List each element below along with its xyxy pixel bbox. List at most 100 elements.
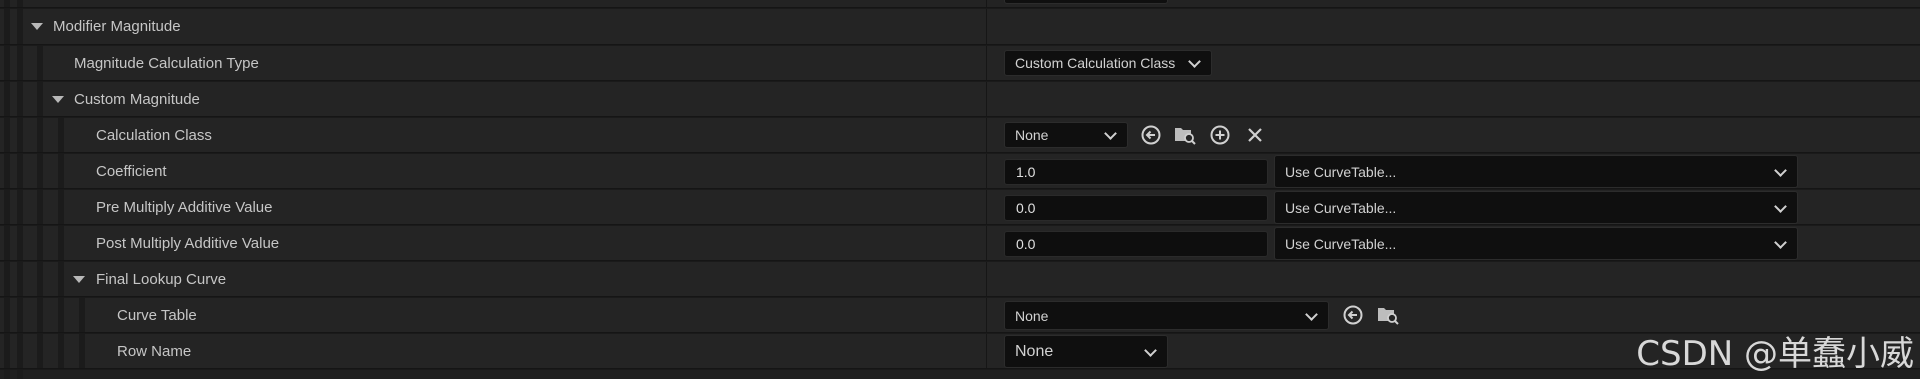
indent-bar (58, 334, 64, 368)
post-multiply-additive-value: 0.0 (1016, 236, 1036, 252)
indent-bar (17, 46, 23, 80)
magnitude-calculation-type-dropdown[interactable]: Custom Calculation Class (1004, 50, 1212, 76)
coefficient-value: 1.0 (1016, 164, 1036, 180)
calculation-class-dropdown[interactable]: None (1004, 122, 1128, 148)
column-divider (986, 0, 987, 7)
add-icon[interactable] (1208, 123, 1232, 147)
previous-value-field[interactable] (1004, 0, 1168, 4)
bottom-spacer (0, 370, 1920, 379)
pre-multiply-additive-row: Pre Multiply Additive Value 0.0 Use Curv… (0, 190, 1920, 225)
curve-table-label: Curve Table (117, 306, 197, 324)
indent-bar (79, 298, 85, 332)
previous-property-row (0, 0, 1920, 8)
chevron-down-icon (1774, 199, 1787, 213)
indent-bar (37, 82, 43, 116)
indent-bar (4, 118, 10, 152)
indent-bar (4, 334, 10, 368)
browse-icon[interactable] (1376, 303, 1400, 327)
indent-bar (37, 262, 43, 296)
pre-multiply-curvetable-dropdown[interactable]: Use CurveTable... (1274, 191, 1798, 224)
chevron-down-icon (1188, 55, 1201, 68)
post-multiply-additive-input[interactable]: 0.0 (1004, 231, 1268, 257)
post-multiply-curvetable-dropdown[interactable]: Use CurveTable... (1274, 227, 1798, 260)
indent-bar (37, 298, 43, 332)
use-selected-icon[interactable] (1139, 123, 1163, 147)
indent-bar (17, 154, 23, 188)
indent-bar (4, 46, 10, 80)
row-name-row: Row Name None (0, 334, 1920, 369)
calculation-class-row: Calculation Class None (0, 118, 1920, 153)
indent-bar (4, 370, 10, 379)
watermark: CSDN @单蠢小威 (1636, 334, 1914, 374)
indent-bar (37, 46, 43, 80)
indent-bar (4, 226, 10, 260)
chevron-down-icon (1104, 127, 1117, 140)
column-divider (986, 118, 987, 152)
coefficient-input[interactable]: 1.0 (1004, 159, 1268, 185)
curve-table-row: Curve Table None (0, 298, 1920, 333)
indent-bar (37, 118, 43, 152)
curve-table-dropdown[interactable]: None (1004, 301, 1329, 330)
final-lookup-curve-row[interactable]: Final Lookup Curve (0, 262, 1920, 297)
expand-arrow-icon[interactable] (31, 23, 43, 30)
pre-multiply-curvetable-value: Use CurveTable... (1285, 199, 1397, 216)
calculation-class-label: Calculation Class (96, 126, 212, 144)
clear-icon[interactable] (1243, 123, 1267, 147)
curve-table-value: None (1015, 307, 1049, 324)
chevron-down-icon (1774, 163, 1787, 177)
row-name-label: Row Name (117, 342, 192, 360)
column-divider (986, 190, 987, 224)
coefficient-label: Coefficient (96, 162, 167, 180)
column-divider (986, 82, 987, 116)
column-divider (986, 226, 987, 260)
chevron-down-icon (1144, 343, 1157, 357)
indent-bar (17, 262, 23, 296)
indent-bar (58, 154, 64, 188)
coefficient-curvetable-value: Use CurveTable... (1285, 163, 1397, 180)
modifier-magnitude-row[interactable]: Modifier Magnitude (0, 9, 1920, 45)
indent-bar (4, 298, 10, 332)
expand-arrow-icon[interactable] (73, 276, 85, 283)
expand-arrow-icon[interactable] (52, 96, 64, 103)
indent-bar (17, 226, 23, 260)
magnitude-calculation-type-label: Magnitude Calculation Type (74, 54, 259, 72)
calculation-class-value: None (1015, 127, 1049, 143)
pre-multiply-additive-input[interactable]: 0.0 (1004, 195, 1268, 221)
custom-magnitude-row[interactable]: Custom Magnitude (0, 82, 1920, 117)
indent-bar (17, 334, 23, 368)
final-lookup-curve-label: Final Lookup Curve (96, 270, 227, 288)
indent-bar (4, 190, 10, 224)
column-divider (986, 46, 987, 80)
indent-bar (17, 0, 23, 7)
indent-bar (4, 82, 10, 116)
indent-bar (4, 154, 10, 188)
column-divider (986, 334, 987, 368)
pre-multiply-additive-label: Pre Multiply Additive Value (96, 198, 273, 216)
coefficient-curvetable-dropdown[interactable]: Use CurveTable... (1274, 155, 1798, 188)
indent-bar (17, 82, 23, 116)
indent-bar (4, 9, 10, 44)
coefficient-row: Coefficient 1.0 Use CurveTable... (0, 154, 1920, 189)
indent-bar (4, 0, 10, 7)
indent-bar (17, 298, 23, 332)
column-divider (986, 154, 987, 188)
indent-bar (37, 334, 43, 368)
row-name-value: None (1015, 342, 1054, 360)
row-name-dropdown[interactable]: None (1004, 335, 1168, 368)
indent-bar (58, 262, 64, 296)
use-selected-icon[interactable] (1341, 303, 1365, 327)
chevron-down-icon (1774, 235, 1787, 249)
magnitude-calculation-type-row: Magnitude Calculation Type Custom Calcul… (0, 46, 1920, 81)
indent-bar (37, 190, 43, 224)
indent-bar (17, 370, 23, 379)
indent-bar (37, 226, 43, 260)
indent-bar (58, 190, 64, 224)
indent-bar (17, 190, 23, 224)
indent-bar (4, 262, 10, 296)
indent-bar (17, 9, 23, 44)
column-divider (986, 298, 987, 332)
indent-bar (17, 118, 23, 152)
modifier-magnitude-label: Modifier Magnitude (53, 18, 181, 35)
browse-icon[interactable] (1173, 123, 1197, 147)
column-divider (986, 9, 987, 44)
